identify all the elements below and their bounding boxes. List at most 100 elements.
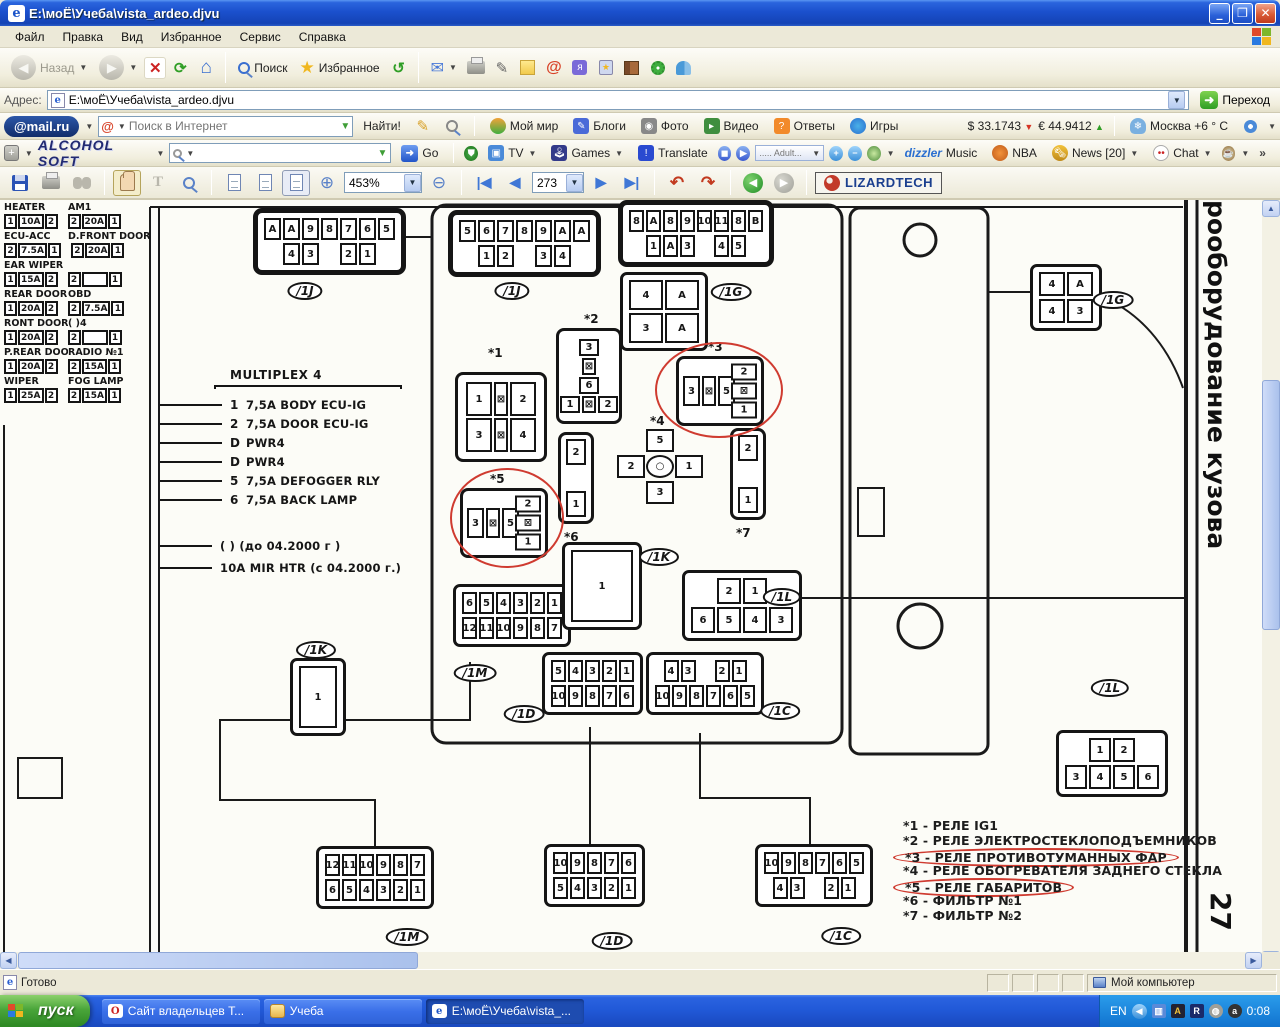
mailru-search-box[interactable]: @ ▼ ▼ <box>98 116 353 137</box>
scroll-right-icon[interactable]: ▶ <box>1245 952 1262 969</box>
address-input[interactable] <box>69 93 1165 107</box>
radio-globe-icon[interactable] <box>867 146 881 161</box>
tray-app-icon-1[interactable]: ◍ <box>1209 1004 1223 1018</box>
menu-item-2[interactable]: Правка <box>54 27 113 47</box>
favorites-button[interactable]: ★ Избранное <box>295 56 385 80</box>
translate-button-2[interactable]: !Translate <box>633 143 713 163</box>
stop-button[interactable]: ✕ <box>144 57 166 79</box>
coffee-dropdown-icon[interactable]: ▼ <box>1241 149 1249 158</box>
tray-network-icon[interactable]: ▥ <box>1152 1004 1166 1018</box>
toolbar-overflow-chevron[interactable]: » <box>1259 146 1266 160</box>
mailru-video-button[interactable]: ▸Видео <box>699 116 764 136</box>
last-page-button[interactable]: ▶| <box>618 170 646 196</box>
taskbar-task[interactable]: Учеба <box>264 999 422 1024</box>
home-button[interactable]: ⌂ <box>194 56 218 80</box>
mail-button[interactable]: ✉ ▼ <box>426 56 462 80</box>
messenger-button[interactable]: ★ <box>594 56 618 80</box>
zoom-in-button[interactable]: ⊕ <box>313 170 341 196</box>
mailru-search-dropdown-icon[interactable]: ▼ <box>118 122 126 131</box>
coffee-cup-icon[interactable]: ☕ <box>1222 146 1236 161</box>
vertical-scroll-thumb[interactable] <box>1262 380 1280 630</box>
start-button[interactable]: пуск <box>0 995 90 1027</box>
page-search-button[interactable] <box>440 114 464 138</box>
mailru-blogs-button[interactable]: ✎Блоги <box>568 116 631 136</box>
scroll-up-icon[interactable]: ▲ <box>1262 200 1280 217</box>
forward-dropdown-icon[interactable]: ▼ <box>129 63 137 72</box>
find-button[interactable] <box>68 170 96 196</box>
menu-item-3[interactable]: Вид <box>112 27 152 47</box>
tray-app-r-icon[interactable]: R <box>1190 1004 1204 1018</box>
chat-button[interactable]: ••Chat▼ <box>1148 143 1216 163</box>
fit-page-button[interactable] <box>220 170 248 196</box>
dictionary-button[interactable] <box>620 56 644 80</box>
back-dropdown-icon[interactable]: ▼ <box>79 63 87 72</box>
search-button[interactable]: Поиск <box>233 59 292 77</box>
games-dropdown-icon[interactable]: ▼ <box>615 149 623 158</box>
alcohol-soft-logo[interactable]: ALCOHOL SOFT <box>38 137 151 169</box>
radio-dropdown-icon[interactable]: ▼ <box>887 149 895 158</box>
go-button[interactable]: ➜ Переход <box>1194 90 1276 110</box>
close-button[interactable]: ✕ <box>1255 3 1276 24</box>
history-forward-button[interactable]: ▶ <box>770 170 798 196</box>
page-dropdown-icon[interactable]: ▼ <box>566 174 583 192</box>
settings-dropdown-icon[interactable]: ▼ <box>1268 122 1276 131</box>
player-play-icon[interactable]: ▶ <box>736 146 750 161</box>
document-viewport[interactable]: HEATERAM1110A2220A1ECU-ACCD.FRONT DOOR27… <box>0 200 1262 952</box>
horizontal-scrollbar[interactable]: ◀ ▶ <box>0 952 1262 969</box>
alcohol-menu-button[interactable]: + <box>4 145 19 161</box>
mailru-photo-button[interactable]: ◉Фото <box>636 116 694 136</box>
mailru-agent-button[interactable]: @ <box>542 56 566 80</box>
mail-dropdown-icon[interactable]: ▼ <box>449 63 457 72</box>
alcohol-go-button[interactable]: ➜Go <box>396 143 443 164</box>
zoom-level-combo[interactable]: 453% ▼ <box>344 172 422 193</box>
mailru-settings-button[interactable] <box>1238 114 1262 138</box>
player-prev-icon[interactable]: ◼ <box>718 146 732 161</box>
compose-button[interactable]: ✎ <box>411 114 435 138</box>
text-select-button[interactable]: T <box>144 170 172 196</box>
menu-item-1[interactable]: Файл <box>6 27 54 47</box>
alcohol-logo-dropdown-icon[interactable]: ▼ <box>157 149 165 158</box>
rotate-left-button[interactable]: ↶ <box>663 170 691 196</box>
dizzler-music-button[interactable]: dizzlerMusic <box>900 144 983 162</box>
page-number-combo[interactable]: 273 ▼ <box>532 172 584 193</box>
mailru-games-button[interactable]: Игры <box>845 116 903 136</box>
news-dropdown-icon[interactable]: ▼ <box>1130 149 1138 158</box>
weather-widget[interactable]: ❄Москва +6 ° C <box>1125 116 1233 136</box>
mailru-find-button[interactable]: Найти! <box>358 117 406 135</box>
volume-up-icon[interactable]: + <box>829 146 843 161</box>
tray-app-icon-2[interactable]: a <box>1228 1004 1242 1018</box>
fit-width-button[interactable] <box>251 170 279 196</box>
first-page-button[interactable]: |◀ <box>470 170 498 196</box>
tv-button[interactable]: ▣TV▼ <box>483 143 541 163</box>
vertical-scrollbar[interactable]: ▲ ▼ <box>1262 200 1280 968</box>
mailru-search-input[interactable] <box>129 119 337 133</box>
save-button[interactable] <box>6 170 34 196</box>
language-indicator[interactable]: EN <box>1110 1004 1127 1018</box>
translate-button[interactable]: я <box>568 56 592 80</box>
alcohol-search-box[interactable]: ▼ ▼ <box>169 143 391 163</box>
zoom-dropdown-icon[interactable]: ▼ <box>404 174 421 192</box>
mailru-answers-button[interactable]: ?Ответы <box>769 116 840 136</box>
maximize-button[interactable]: ❐ <box>1232 3 1253 24</box>
msn-button[interactable] <box>672 56 696 80</box>
menu-item-6[interactable]: Справка <box>290 27 355 47</box>
address-input-box[interactable]: e ▼ <box>47 90 1190 110</box>
full-page-button[interactable] <box>282 170 310 196</box>
zoom-select-button[interactable] <box>175 170 203 196</box>
icq-button[interactable] <box>646 56 670 80</box>
alcohol-search-input[interactable] <box>197 146 374 161</box>
mailru-myworld-button[interactable]: Мой мир <box>485 116 563 136</box>
edit-button[interactable]: ✎ <box>490 56 514 80</box>
next-page-button[interactable]: ▶ <box>587 170 615 196</box>
address-dropdown-icon[interactable]: ▼ <box>1168 91 1185 109</box>
alcohol-search-v-icon[interactable]: ▼ <box>377 148 387 159</box>
chat-dropdown-icon[interactable]: ▼ <box>1204 149 1212 158</box>
alcohol-menu-dropdown-icon[interactable]: ▼ <box>25 149 33 158</box>
mailru-dropdown-icon[interactable]: ▼ <box>85 122 93 131</box>
mailru-search-go-icon[interactable]: ▼ <box>340 121 350 132</box>
alcohol-search-dropdown-icon[interactable]: ▼ <box>186 149 194 158</box>
print-button[interactable] <box>464 56 488 80</box>
prev-page-button[interactable]: ◀ <box>501 170 529 196</box>
notes-button[interactable] <box>516 56 540 80</box>
menu-item-5[interactable]: Сервис <box>231 27 290 47</box>
